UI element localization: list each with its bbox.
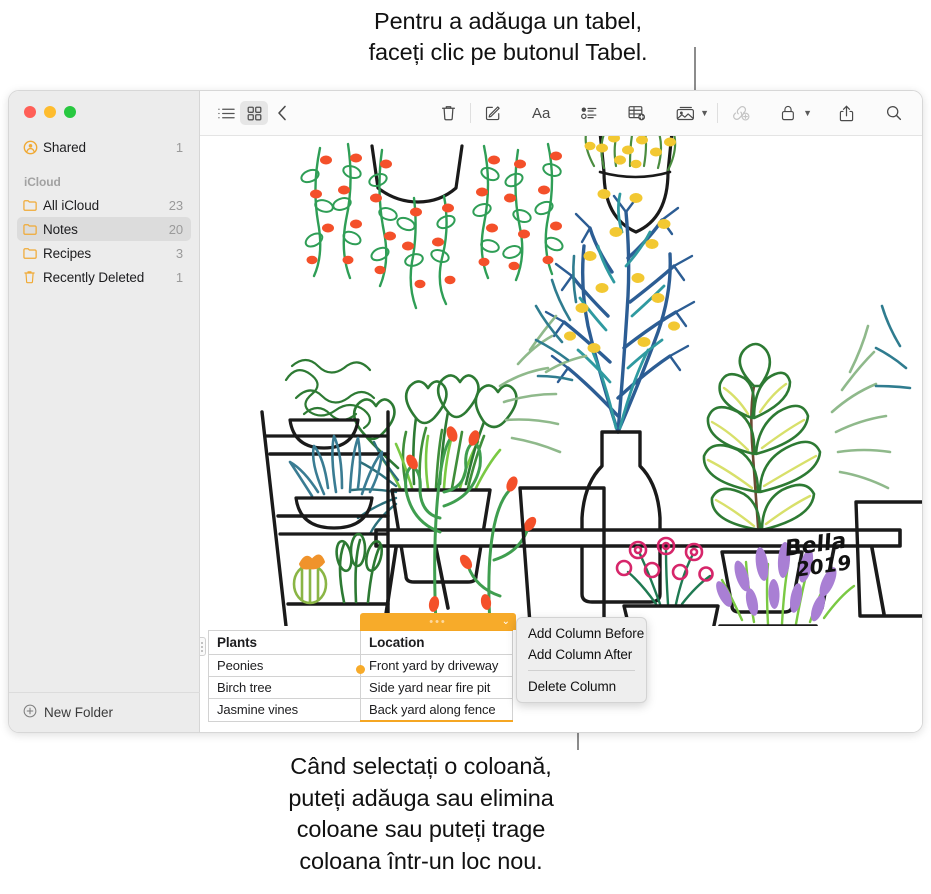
trash-icon [23,270,43,284]
media-chevron-down-icon[interactable]: ▼ [700,108,709,118]
sidebar-item-count: 1 [175,269,183,285]
toolbar: Aa ▼ ▼ [200,91,922,136]
sidebar-list: Shared 1 iCloud All iCloud 23 Notes 20 R… [9,135,199,289]
plus-circle-icon [23,704,37,721]
menu-item-delete-column[interactable]: Delete Column [517,676,646,697]
sidebar-item-label: Notes [43,221,78,237]
sidebar-item-label: All iCloud [43,197,100,213]
format-aa-label: Aa [531,104,551,122]
zoom-button[interactable] [64,106,76,118]
table-cell[interactable]: Peonies [208,654,361,677]
table-cell[interactable]: Front yard by driveway [360,654,513,677]
note-table-container[interactable]: ••• ⌄ Plants Location Peonies Front yard… [200,613,516,722]
sidebar-item-recipes[interactable]: Recipes 3 [17,241,191,265]
table-header-cell[interactable]: Plants [208,629,361,655]
menu-item-add-column-before[interactable]: Add Column Before [517,623,646,644]
note-table[interactable]: Plants Location Peonies Front yard by dr… [208,629,513,722]
sidebar-section-header: iCloud [24,175,61,189]
callout-bottom-text: Când selectați o coloană, puteți adăuga … [288,753,554,874]
table-cell[interactable]: Side yard near fire pit [360,676,513,699]
window-controls[interactable] [24,106,76,118]
table-header-row: Plants Location [208,629,513,655]
list-view-icon[interactable] [212,101,240,125]
checklist-icon[interactable] [575,101,603,125]
column-context-menu[interactable]: Add Column Before Add Column After Delet… [516,617,647,703]
sidebar-item-label: Shared [43,139,86,155]
grip-dot [200,649,203,652]
search-icon[interactable] [880,101,908,125]
sidebar-item-count: 3 [175,245,183,261]
media-icon[interactable] [671,101,699,125]
sidebar-item-count: 20 [168,221,183,237]
row-drag-handle[interactable] [200,637,206,656]
sidebar-item-notes[interactable]: Notes 20 [17,217,191,241]
table-cell[interactable]: Jasmine vines [208,698,361,722]
sidebar-item-shared[interactable]: Shared 1 [17,135,191,159]
table-header-cell[interactable]: Location [360,629,513,655]
column-chevron-down-icon[interactable]: ⌄ [502,616,510,627]
column-selection-knob[interactable] [356,665,365,674]
sidebar-item-count: 1 [175,139,183,155]
trash-icon[interactable] [434,101,462,125]
folder-icon [23,199,43,212]
table-row: Birch tree Side yard near fire pit [208,676,513,699]
signature: Bella 2019 [783,529,853,582]
new-folder-label: New Folder [44,705,114,720]
toolbar-divider [470,103,472,123]
lock-chevron-down-icon[interactable]: ▼ [803,108,812,118]
new-folder-button[interactable]: New Folder [9,692,200,732]
menu-item-add-column-after[interactable]: Add Column After [517,644,646,665]
column-handle-dots-icon: ••• [429,615,447,628]
sidebar-item-label: Recipes [43,245,92,261]
table-icon[interactable] [623,101,651,125]
screenshot-root: Pentru a adăuga un tabel, faceți clic pe… [0,0,931,894]
gallery-view-icon[interactable] [240,101,268,125]
sidebar: Shared 1 iCloud All iCloud 23 Notes 20 R… [9,91,200,732]
close-button[interactable] [24,106,36,118]
sidebar-item-all-icloud[interactable]: All iCloud 23 [17,193,191,217]
potted-plants-drawing: Bella 2019 [260,136,922,626]
toolbar-divider [717,103,719,123]
folder-icon [23,223,43,236]
notes-app-window: Shared 1 iCloud All iCloud 23 Notes 20 R… [8,90,923,733]
sidebar-item-count: 23 [168,197,183,213]
share-icon[interactable] [832,101,860,125]
grip-dot [200,645,203,648]
shared-person-icon [23,140,43,155]
table-cell[interactable]: Birch tree [208,676,361,699]
back-chevron-icon[interactable] [268,101,296,125]
minimize-button[interactable] [44,106,56,118]
column-drag-handle[interactable]: ••• ⌄ [360,613,516,630]
menu-separator [528,670,635,671]
table-cell[interactable]: Back yard along fence [360,698,513,722]
compose-icon[interactable] [479,101,507,125]
table-row: Jasmine vines Back yard along fence [208,698,513,722]
folder-icon [23,247,43,260]
format-aa-icon[interactable]: Aa [527,101,555,125]
grip-dot [200,641,203,644]
lock-icon[interactable] [774,101,802,125]
callout-top-text: Pentru a adăuga un tabel, faceți clic pe… [368,8,648,65]
sidebar-item-label: Recently Deleted [43,269,145,285]
link-icon[interactable] [726,101,754,125]
sidebar-item-recently-deleted[interactable]: Recently Deleted 1 [17,265,191,289]
